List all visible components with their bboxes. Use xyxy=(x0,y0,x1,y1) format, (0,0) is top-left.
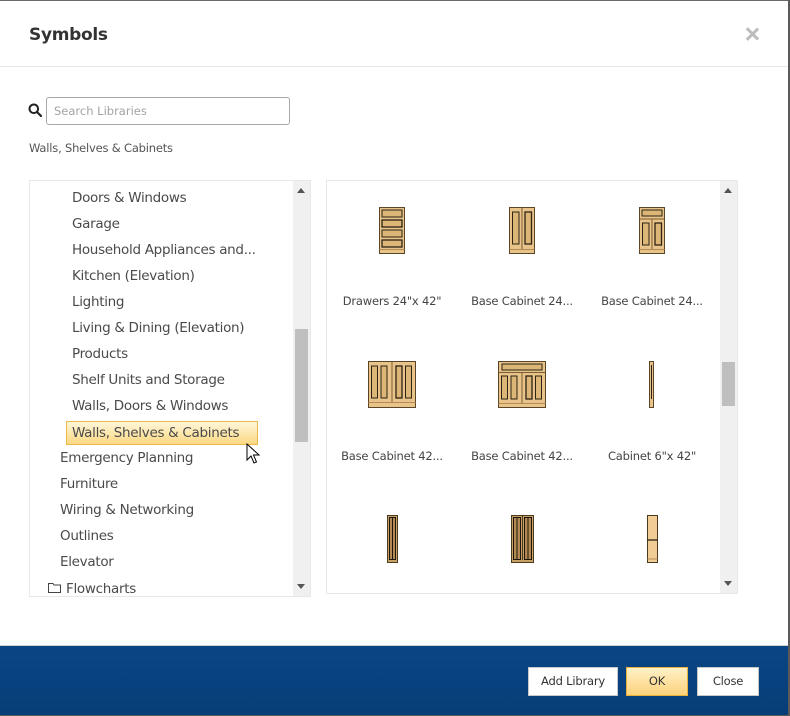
narrow-cabinet-icon xyxy=(649,361,654,408)
tree-item-lighting[interactable]: Lighting xyxy=(72,290,124,314)
symbol-label: Drawers 24"x 42" xyxy=(342,294,442,308)
search-icon xyxy=(28,103,42,117)
tree-scrollbar[interactable] xyxy=(293,181,310,596)
base-cabinet-drawer-two-door-icon xyxy=(639,207,665,254)
symbol-label: Base Cabinet 24... xyxy=(601,294,703,308)
tree-scroll-thumb[interactable] xyxy=(295,329,308,442)
scroll-down-arrow-icon[interactable] xyxy=(724,581,732,586)
tree-item-label: Elevator xyxy=(60,554,114,570)
tree-item-products[interactable]: Products xyxy=(72,342,128,366)
tree-item-walls-shelves-cabinets[interactable]: Walls, Shelves & Cabinets xyxy=(66,421,258,445)
folder-icon xyxy=(48,583,61,593)
tree-item-household-appliances[interactable]: Household Appliances and... xyxy=(72,238,256,262)
base-cabinet-two-door-icon xyxy=(509,207,535,254)
library-tree: Doors & Windows Garage Household Applian… xyxy=(29,180,311,597)
symbol-tall-narrow-cabinet[interactable] xyxy=(327,491,457,593)
dialog-footer: Add Library OK Close xyxy=(0,645,788,715)
tree-item-label: Furniture xyxy=(60,476,118,492)
tree-item-label: Emergency Planning xyxy=(60,450,194,466)
tree-item-label: Living & Dining (Elevation) xyxy=(72,320,245,336)
tree-item-walls-doors-windows[interactable]: Walls, Doors & Windows xyxy=(72,394,228,418)
close-button[interactable]: Close xyxy=(697,667,759,696)
symbol-drawers-24x42[interactable]: Drawers 24"x 42" xyxy=(327,181,457,331)
tree-item-label: Outlines xyxy=(60,528,114,544)
symbol-scrollbar[interactable] xyxy=(720,181,737,593)
tree-item-label: Lighting xyxy=(72,294,125,310)
tall-shelf-cabinet-icon xyxy=(647,515,658,563)
scroll-up-arrow-icon[interactable] xyxy=(724,188,732,193)
add-library-button[interactable]: Add Library xyxy=(528,667,618,696)
ok-button[interactable]: OK xyxy=(626,667,688,696)
tree-item-doors-windows[interactable]: Doors & Windows xyxy=(72,186,187,210)
symbol-base-cabinet-42-b[interactable]: Base Cabinet 42... xyxy=(457,336,587,486)
symbol-tall-shelf-cabinet[interactable] xyxy=(587,491,717,593)
dialog-title: Symbols xyxy=(29,25,108,45)
tree-item-label: Garage xyxy=(72,216,120,232)
search-libraries-input[interactable] xyxy=(46,97,290,125)
tree-item-flowcharts[interactable]: Flowcharts xyxy=(48,577,136,597)
tree-item-garage[interactable]: Garage xyxy=(72,212,120,236)
tree-item-label: Walls, Shelves & Cabinets xyxy=(72,425,240,441)
tree-item-wiring-networking[interactable]: Wiring & Networking xyxy=(60,498,194,522)
symbol-cabinet-6x42[interactable]: Cabinet 6"x 42" xyxy=(587,336,717,486)
close-icon[interactable] xyxy=(743,25,761,43)
tall-double-cabinet-icon xyxy=(511,515,534,563)
scroll-down-arrow-icon[interactable] xyxy=(297,584,305,589)
tree-item-label: Kitchen (Elevation) xyxy=(72,268,195,284)
symbol-tall-double-cabinet[interactable] xyxy=(457,491,587,593)
tree-item-label: Walls, Doors & Windows xyxy=(72,398,229,414)
tree-item-shelf-units-storage[interactable]: Shelf Units and Storage xyxy=(72,368,225,392)
mouse-cursor-icon xyxy=(246,443,260,464)
tree-item-label: Shelf Units and Storage xyxy=(72,372,225,388)
symbol-scroll-thumb[interactable] xyxy=(722,362,735,406)
tree-item-label: Household Appliances and... xyxy=(72,242,256,258)
dialog-header: Symbols xyxy=(0,1,788,67)
tree-item-elevator[interactable]: Elevator xyxy=(60,550,114,574)
symbols-dialog: Symbols Walls, Shelves & Cabinets Doors … xyxy=(0,0,788,715)
symbol-grid: Drawers 24"x 42" Base Cabinet 24... Base… xyxy=(326,180,738,594)
base-cabinet-drawer-four-door-icon xyxy=(498,361,546,408)
symbol-label: Base Cabinet 24... xyxy=(471,294,573,308)
tree-item-living-dining-elevation[interactable]: Living & Dining (Elevation) xyxy=(72,316,245,340)
tree-item-kitchen-elevation[interactable]: Kitchen (Elevation) xyxy=(72,264,195,288)
symbol-label: Base Cabinet 42... xyxy=(341,449,443,463)
base-cabinet-four-door-icon xyxy=(368,361,416,408)
symbol-base-cabinet-42-a[interactable]: Base Cabinet 42... xyxy=(327,336,457,486)
tree-item-label: Products xyxy=(72,346,128,362)
tree-item-furniture[interactable]: Furniture xyxy=(60,472,118,496)
symbol-label: Cabinet 6"x 42" xyxy=(607,449,697,463)
symbol-base-cabinet-24-a[interactable]: Base Cabinet 24... xyxy=(457,181,587,331)
breadcrumb: Walls, Shelves & Cabinets xyxy=(29,141,173,155)
symbol-label: Base Cabinet 42... xyxy=(471,449,573,463)
tree-item-label: Flowcharts xyxy=(66,581,136,597)
tree-item-label: Wiring & Networking xyxy=(60,502,194,518)
tree-item-emergency-planning[interactable]: Emergency Planning xyxy=(60,446,193,470)
tall-narrow-cabinet-icon xyxy=(387,515,398,563)
symbol-base-cabinet-24-b[interactable]: Base Cabinet 24... xyxy=(587,181,717,331)
scroll-up-arrow-icon[interactable] xyxy=(297,188,305,193)
drawers-cabinet-icon xyxy=(379,207,405,254)
tree-item-outlines[interactable]: Outlines xyxy=(60,524,114,548)
tree-item-label: Doors & Windows xyxy=(72,190,187,206)
